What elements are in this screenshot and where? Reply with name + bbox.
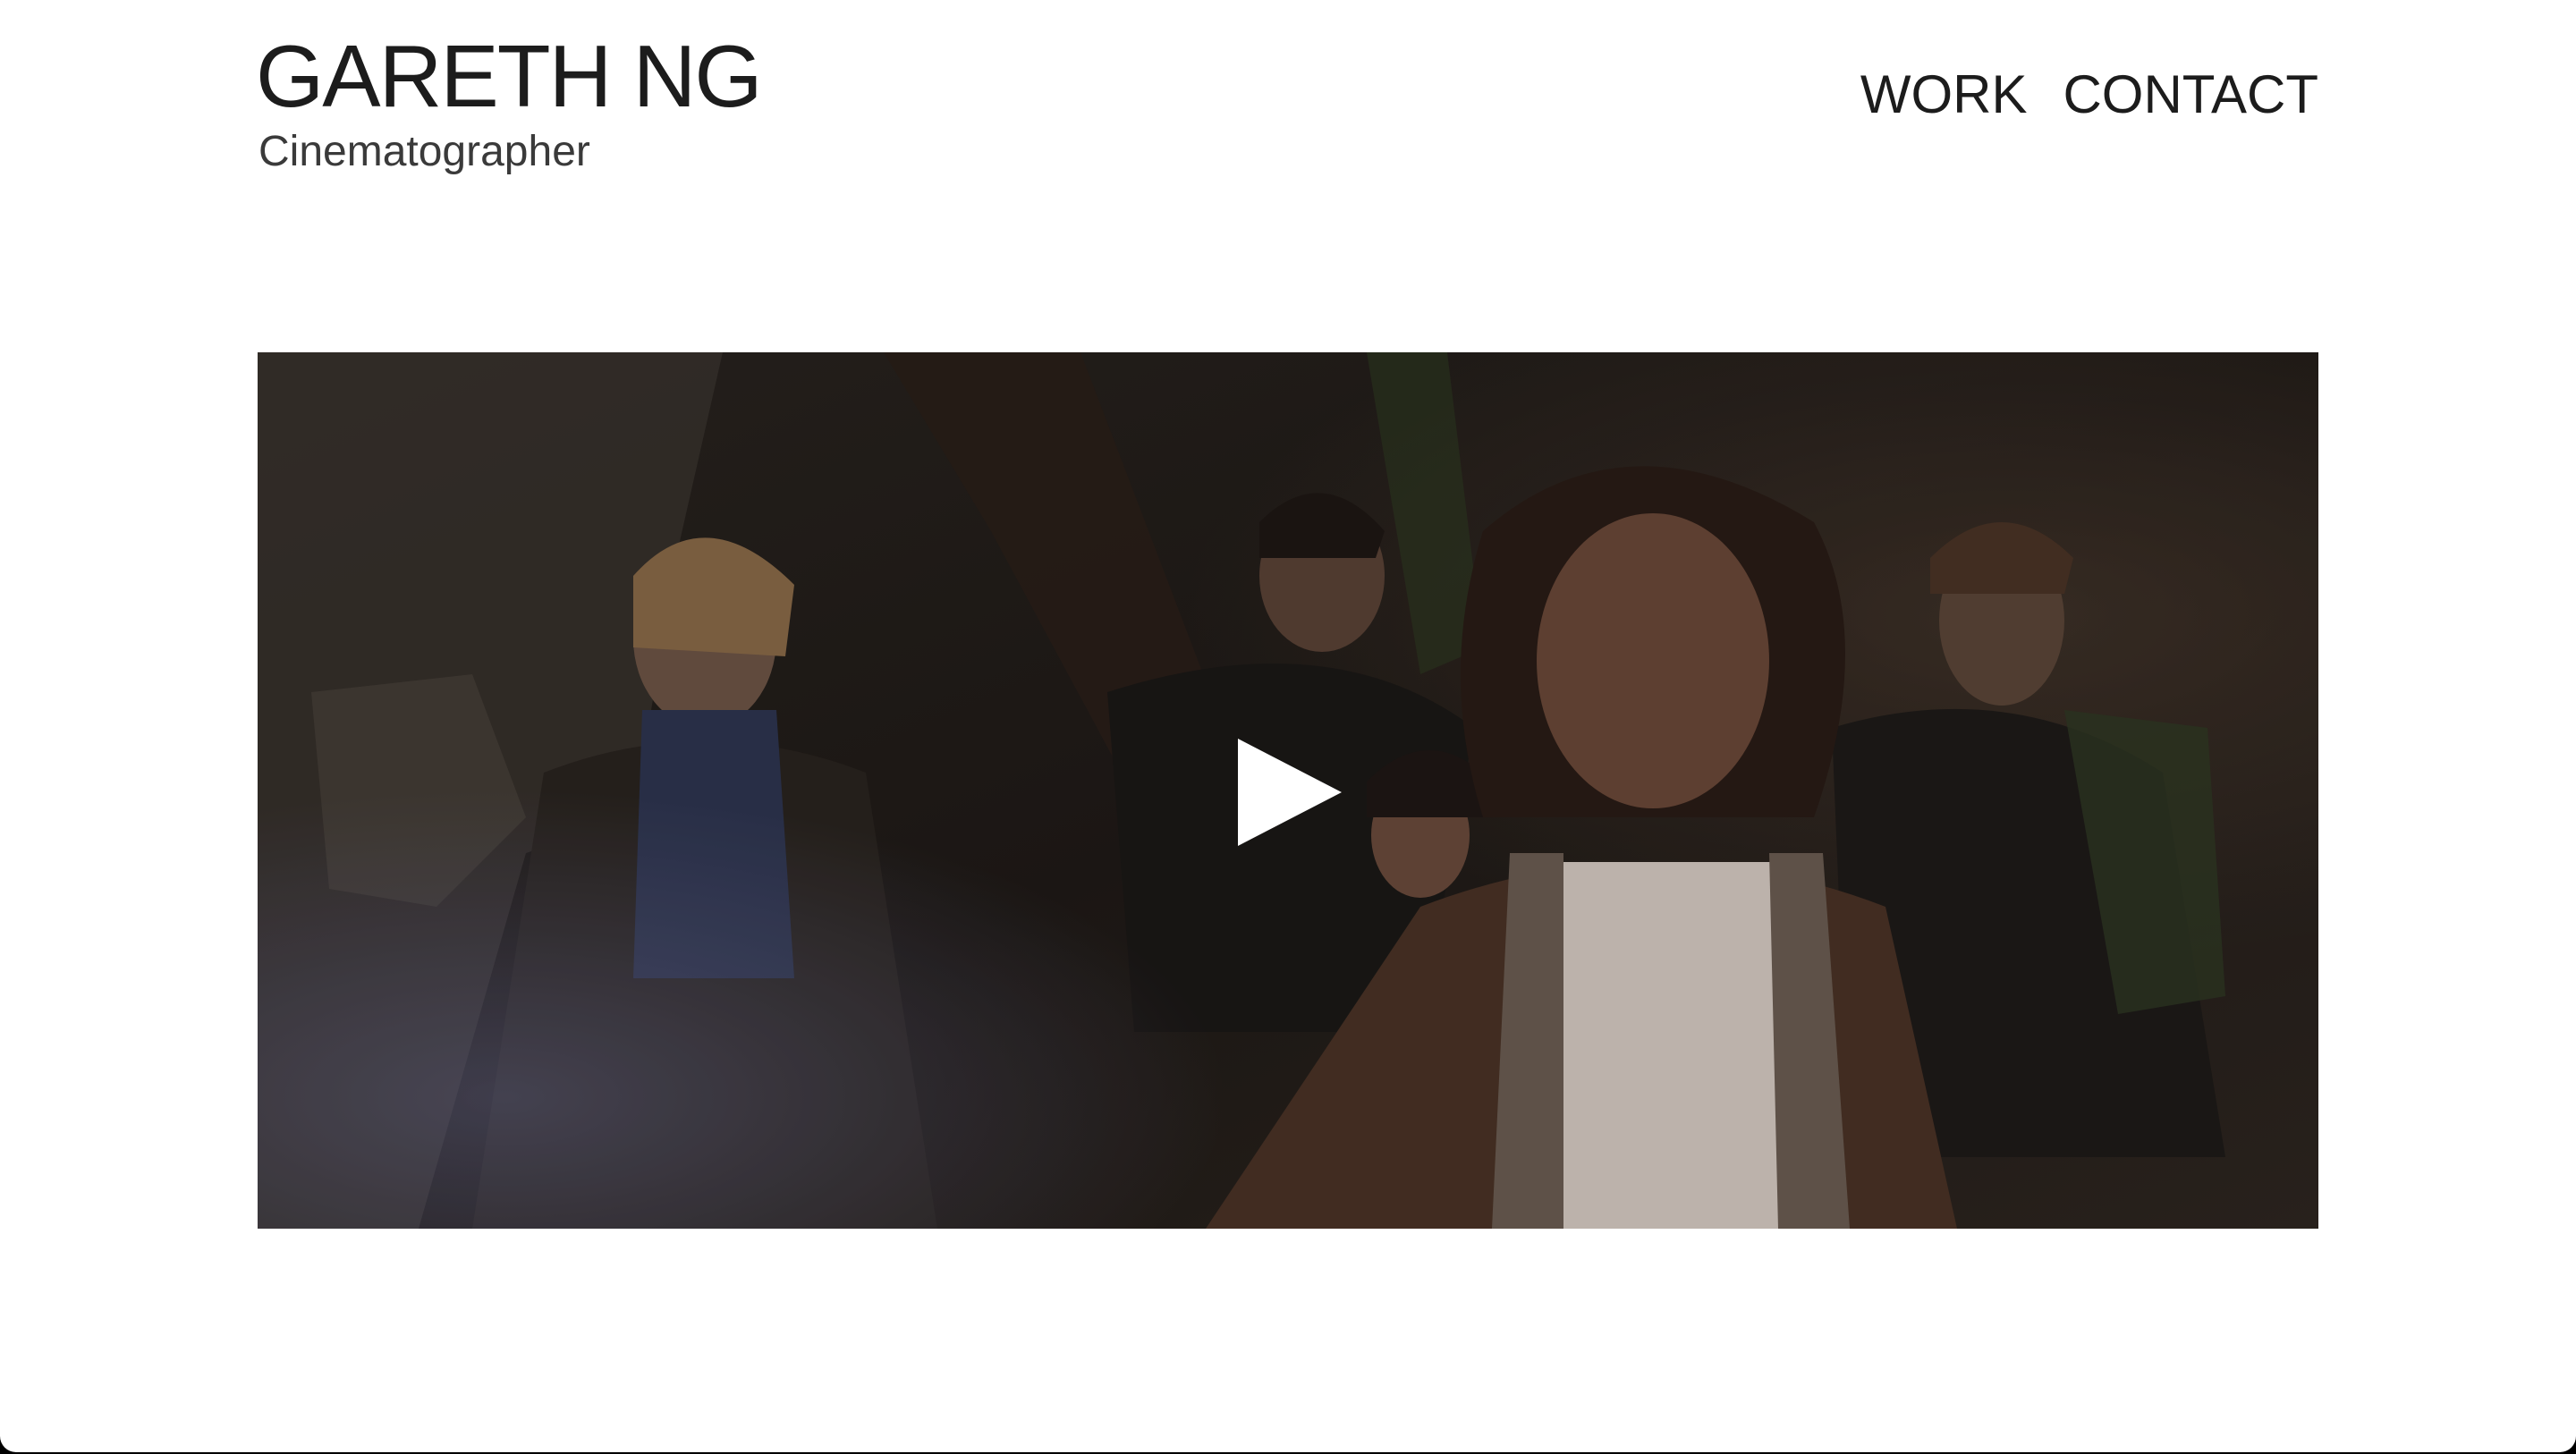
video-player[interactable] [258, 352, 2318, 1229]
play-icon[interactable] [1238, 739, 1342, 846]
site-subtitle: Cinematographer [258, 128, 590, 175]
page: GARETH NG Cinematographer WORK CONTACT [0, 0, 2576, 1452]
site-title[interactable]: GARETH NG [256, 27, 763, 125]
main-nav: WORK CONTACT [1860, 63, 2318, 127]
nav-link-work[interactable]: WORK [1860, 63, 2028, 127]
nav-link-contact[interactable]: CONTACT [2063, 63, 2318, 127]
